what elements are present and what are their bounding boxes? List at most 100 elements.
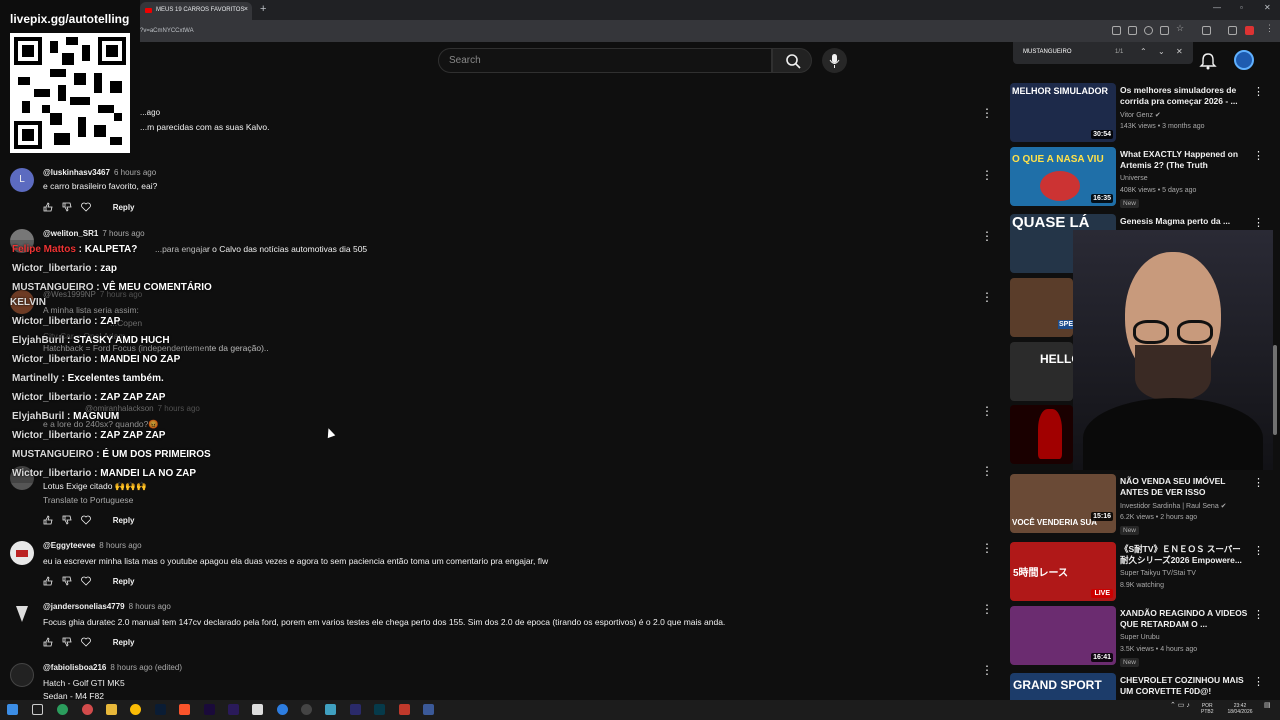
video-more-icon[interactable]: ⋮ [1253, 608, 1264, 621]
video-title[interactable]: Genesis Magma perto da ... [1120, 216, 1248, 227]
maximize-icon[interactable]: ▫ [1240, 3, 1243, 12]
channel-name[interactable]: Vitor Genz ✔ [1120, 111, 1161, 119]
comment-more-icon[interactable]: ⋮ [981, 168, 993, 182]
comment-time[interactable]: 6 hours ago [114, 168, 156, 177]
reply-button[interactable]: Reply [113, 203, 135, 212]
avatar[interactable] [10, 663, 34, 687]
star-icon[interactable]: ☆ [1176, 23, 1185, 33]
tray-icons[interactable]: ⌃ ▭ ♪ [1170, 702, 1190, 709]
video-more-icon[interactable]: ⋮ [1253, 675, 1260, 688]
recommendation-item[interactable]: GRAND SPORT CHEVROLET COZINHOU MAIS UM C… [1010, 673, 1260, 700]
recommendation-item[interactable]: O QUE A NASA VIU 16:35 What EXACTLY Happ… [1010, 147, 1264, 208]
comment-time[interactable]: 8 hours ago (edited) [110, 663, 182, 672]
comment-more-icon[interactable]: ⋮ [981, 663, 993, 677]
channel-name[interactable]: Universe [1120, 175, 1148, 182]
extensions-puzzle-icon[interactable] [1202, 26, 1211, 35]
video-title[interactable]: 《S耐TV》ＥＮＥＯＳ スーパー耐久シリーズ2026 Empowere... [1120, 544, 1248, 566]
close-window-icon[interactable]: ✕ [1264, 3, 1271, 12]
video-thumbnail[interactable]: VOCÊ VENDERIA SUA 15:16 [1010, 474, 1116, 533]
comment-author[interactable]: @Eggyteevee [43, 541, 95, 550]
heart-icon[interactable] [81, 637, 92, 647]
app-icon[interactable] [277, 704, 288, 715]
app-icon[interactable] [399, 704, 410, 715]
comment-time[interactable]: 8 hours ago [99, 541, 141, 550]
app-icon[interactable] [325, 704, 336, 715]
channel-name[interactable]: Super Taikyu TV/Stai TV [1120, 570, 1196, 577]
find-next-icon[interactable]: ⌄ [1158, 47, 1165, 56]
extension-icon[interactable] [1128, 26, 1137, 35]
comment-more-icon[interactable]: ⋮ [981, 602, 993, 616]
app-icon[interactable] [350, 704, 361, 715]
heart-icon[interactable] [81, 515, 92, 525]
downloads-icon[interactable] [1228, 26, 1237, 35]
comment-author[interactable]: @fabiolisboa216 [43, 663, 106, 672]
profile-icon[interactable] [1245, 26, 1254, 35]
channel-name[interactable]: Super Urubu [1120, 634, 1160, 641]
start-icon[interactable] [7, 704, 18, 715]
video-thumbnail[interactable]: MELHOR SIMULADOR 30:54 [1010, 83, 1116, 142]
dislike-icon[interactable] [62, 637, 72, 647]
chrome-icon[interactable] [130, 704, 141, 715]
brave-icon[interactable] [179, 704, 190, 715]
media-encoder-icon[interactable] [228, 704, 239, 715]
comment-more-icon[interactable]: ⋮ [981, 404, 993, 418]
photoshop-icon[interactable] [155, 704, 166, 715]
comment-more-icon[interactable]: ⋮ [981, 229, 993, 243]
comment-more-icon[interactable]: ⋮ [981, 541, 993, 555]
comment-more-icon[interactable]: ⋮ [981, 106, 993, 120]
video-more-icon[interactable]: ⋮ [1253, 476, 1264, 489]
notifications-bell-icon[interactable] [1199, 52, 1217, 70]
video-thumbnail[interactable]: O QUE A NASA VIU 16:35 [1010, 147, 1116, 206]
notification-icon[interactable]: ▤ [1264, 702, 1271, 709]
task-view-icon[interactable] [32, 704, 43, 715]
reply-button[interactable]: Reply [113, 638, 135, 647]
like-icon[interactable] [43, 576, 53, 586]
file-explorer-icon[interactable] [106, 704, 117, 715]
channel-name[interactable]: Investidor Sardinha | Raul Sena ✔ [1120, 502, 1227, 510]
find-input[interactable]: MUSTANGUEIRO [1023, 49, 1072, 55]
video-thumbnail[interactable]: 5時間レース LIVE [1010, 542, 1116, 601]
video-more-icon[interactable]: ⋮ [1253, 216, 1264, 229]
app-icon[interactable] [57, 704, 68, 715]
url-text[interactable]: ?v=aCmNYCCxtWA [140, 28, 194, 34]
comment-author[interactable]: @luskinhasv3467 [43, 168, 110, 177]
comment-time[interactable]: 8 hours ago [129, 602, 171, 611]
comment-time[interactable]: 7 hours ago [102, 229, 144, 238]
like-icon[interactable] [43, 202, 53, 212]
comment-author[interactable]: @jandersonelias4779 [43, 602, 125, 611]
video-more-icon[interactable]: ⋮ [1253, 544, 1264, 557]
close-tab-icon[interactable]: × [244, 6, 248, 13]
premiere-icon[interactable] [204, 704, 215, 715]
app-icon[interactable] [423, 704, 434, 715]
account-avatar[interactable] [1234, 50, 1254, 70]
eye-icon[interactable] [1160, 26, 1169, 35]
like-icon[interactable] [43, 637, 53, 647]
comment-author[interactable]: @weliton_SR1 [43, 229, 98, 238]
translate-link[interactable]: Translate to Portuguese [43, 495, 133, 505]
new-tab-button[interactable]: + [260, 3, 266, 15]
like-icon[interactable] [43, 515, 53, 525]
reply-button[interactable]: Reply [113, 516, 135, 525]
reply-button[interactable]: Reply [113, 577, 135, 586]
video-more-icon[interactable]: ⋮ [1253, 149, 1264, 162]
audition-icon[interactable] [374, 704, 385, 715]
clock[interactable]: 23:42 18/04/2026 [1222, 703, 1258, 715]
recommendation-item[interactable]: MELHOR SIMULADOR 30:54 Os melhores simul… [1010, 83, 1264, 143]
dislike-icon[interactable] [62, 515, 72, 525]
video-title[interactable]: CHEVROLET COZINHOU MAIS UM CORVETTE F0D@… [1120, 675, 1248, 697]
video-thumbnail[interactable]: HELLO [1010, 342, 1073, 401]
dislike-icon[interactable] [62, 202, 72, 212]
comment-more-icon[interactable]: ⋮ [981, 464, 993, 478]
menu-icon[interactable]: ⋮ [1265, 23, 1274, 33]
video-more-icon[interactable]: ⋮ [1253, 85, 1264, 98]
find-prev-icon[interactable]: ⌃ [1140, 47, 1147, 56]
zoom-icon[interactable] [1144, 26, 1153, 35]
search-button[interactable] [772, 48, 812, 73]
extension-icon[interactable] [1112, 26, 1121, 35]
video-thumbnail[interactable]: 16:41 [1010, 606, 1116, 665]
dislike-icon[interactable] [62, 576, 72, 586]
minimize-icon[interactable]: — [1213, 3, 1221, 12]
avatar[interactable] [10, 541, 34, 565]
video-title[interactable]: Os melhores simuladores de corrida pra c… [1120, 85, 1248, 107]
avatar[interactable]: L [10, 168, 34, 192]
